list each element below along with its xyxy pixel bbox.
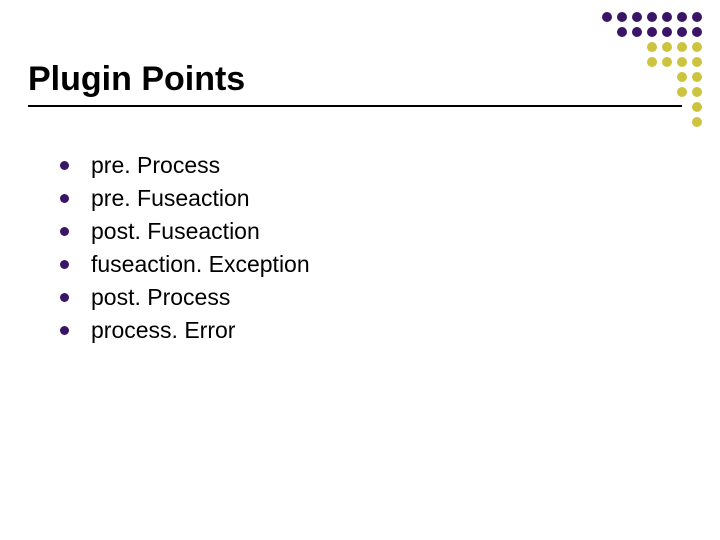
bullet-icon	[60, 260, 69, 269]
title-underline	[28, 105, 682, 107]
list-item-label: process. Error	[91, 315, 235, 346]
bullet-list: pre. Process pre. Fuseaction post. Fusea…	[60, 150, 310, 348]
list-item: process. Error	[60, 315, 310, 346]
bullet-icon	[60, 293, 69, 302]
list-item: fuseaction. Exception	[60, 249, 310, 280]
bullet-icon	[60, 227, 69, 236]
slide-title: Plugin Points	[28, 60, 682, 99]
title-block: Plugin Points	[28, 60, 682, 107]
list-item: pre. Fuseaction	[60, 183, 310, 214]
slide: Plugin Points pre. Process pre. Fuseacti…	[0, 0, 720, 540]
list-item: pre. Process	[60, 150, 310, 181]
list-item-label: pre. Process	[91, 150, 220, 181]
list-item: post. Fuseaction	[60, 216, 310, 247]
list-item: post. Process	[60, 282, 310, 313]
bullet-icon	[60, 194, 69, 203]
list-item-label: pre. Fuseaction	[91, 183, 250, 214]
bullet-icon	[60, 161, 69, 170]
bullet-icon	[60, 326, 69, 335]
list-item-label: fuseaction. Exception	[91, 249, 310, 280]
list-item-label: post. Fuseaction	[91, 216, 260, 247]
list-item-label: post. Process	[91, 282, 230, 313]
